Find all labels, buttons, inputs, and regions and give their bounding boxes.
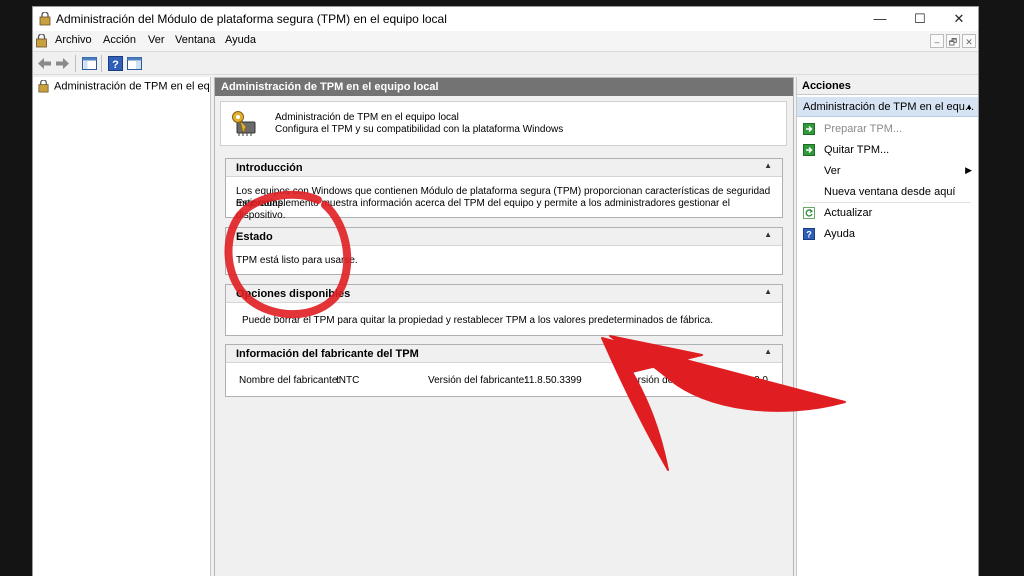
action-ayuda[interactable]: ? Ayuda [797, 224, 978, 244]
green-arrow-icon [803, 144, 815, 156]
properties-icon[interactable] [126, 55, 143, 72]
section-header[interactable]: Opciones disponibles ▲ [226, 285, 782, 303]
action-label: Ver [824, 165, 841, 177]
section-title: Estado [236, 231, 273, 243]
options-text: Puede borrar el TPM para quitar la propi… [242, 315, 713, 326]
section-fabricante: Información del fabricante del TPM ▲ Nom… [225, 344, 783, 397]
section-header[interactable]: Información del fabricante del TPM ▲ [226, 345, 782, 363]
mdi-close-button[interactable]: ✕ [962, 34, 976, 48]
window-title: Administración del Módulo de plataforma … [56, 12, 447, 26]
toolbar-separator [75, 55, 76, 72]
actions-subheader[interactable]: Administración de TPM en el equ... ▲ [797, 97, 978, 117]
snapin-description: Configura el TPM y su compatibilidad con… [275, 124, 564, 135]
intro-text-line2: Este complemento muestra información ace… [236, 198, 730, 221]
menu-ayuda[interactable]: Ayuda [225, 34, 256, 46]
show-hide-console-tree-icon[interactable] [81, 55, 98, 72]
forward-arrow-icon[interactable] [54, 55, 71, 72]
collapse-icon[interactable]: ▲ [764, 347, 772, 356]
section-introduccion: Introducción ▲ Los equipos con Windows q… [225, 158, 783, 221]
console-tree: Administración de TPM en el equipo local [33, 77, 211, 576]
tpm-menu-icon[interactable] [35, 34, 48, 48]
help-icon: ? [803, 228, 815, 240]
menu-archivo[interactable]: Archivo [55, 34, 92, 46]
section-title: Opciones disponibles [236, 288, 351, 300]
collapse-icon[interactable]: ▲ [764, 161, 772, 170]
svg-text:?: ? [112, 59, 119, 71]
section-opciones: Opciones disponibles ▲ Puede borrar el T… [225, 284, 783, 336]
maximize-button[interactable]: ☐ [900, 7, 940, 31]
section-header[interactable]: Estado ▲ [226, 228, 782, 246]
action-label: Actualizar [824, 207, 873, 219]
collapse-icon[interactable]: ▲ [764, 230, 772, 239]
results-pane: Administración de TPM en el equipo local… [214, 77, 794, 576]
spec-version-value: 2.0 [754, 375, 768, 386]
help-icon[interactable]: ? [107, 55, 124, 72]
action-quitar-tpm[interactable]: Quitar TPM... [797, 140, 978, 160]
action-ver[interactable]: Ver ▶ [797, 161, 978, 181]
submenu-arrow-icon: ▶ [965, 165, 972, 175]
snapin-description-box: Administración de TPM en el equipo local… [220, 101, 787, 146]
toolbar-separator [101, 55, 102, 72]
spec-version-label: Versión de la especificación: [626, 375, 753, 386]
menu-accion[interactable]: Acción [103, 34, 136, 46]
toolbar: ? [33, 51, 978, 75]
minimize-button[interactable]: — [860, 7, 900, 31]
manufacturer-name-value: INTC [336, 375, 360, 386]
action-label: Ayuda [824, 228, 855, 240]
section-estado: Estado ▲ TPM está listo para usarse. [225, 227, 783, 275]
key-chip-icon [232, 111, 256, 136]
green-arrow-icon [803, 123, 815, 135]
manufacturer-name-label: Nombre del fabricante: [239, 375, 341, 386]
results-pane-header: Administración de TPM en el equipo local [215, 78, 793, 96]
section-title: Introducción [236, 162, 303, 174]
section-title: Información del fabricante del TPM [236, 348, 419, 360]
action-nueva-ventana[interactable]: Nueva ventana desde aquí [797, 182, 978, 202]
action-label: Preparar TPM... [824, 123, 903, 135]
action-label: Quitar TPM... [824, 144, 890, 156]
mdi-minimize-button[interactable]: – [930, 34, 944, 48]
tree-item-tpm[interactable]: Administración de TPM en el equipo local [37, 80, 209, 96]
collapse-icon[interactable]: ▲ [965, 102, 973, 111]
mmc-window: Administración del Módulo de plataforma … [32, 6, 979, 576]
section-header[interactable]: Introducción ▲ [226, 159, 782, 177]
actions-pane: Acciones Administración de TPM en el equ… [796, 77, 978, 576]
action-preparar-tpm[interactable]: Preparar TPM... [797, 119, 978, 139]
refresh-icon [803, 207, 815, 219]
title-bar: Administración del Módulo de plataforma … [33, 7, 978, 31]
actions-subheader-label: Administración de TPM en el equ... [803, 101, 974, 113]
close-button[interactable]: ✕ [939, 7, 979, 31]
action-actualizar[interactable]: Actualizar [797, 203, 978, 223]
tree-item-label: Administración de TPM en el equipo local [54, 80, 209, 93]
actions-header: Acciones [797, 77, 978, 95]
menu-bar: Archivo Acción Ver Ventana Ayuda – 🗗 ✕ [33, 31, 978, 51]
snapin-title: Administración de TPM en el equipo local [275, 112, 459, 123]
menu-ventana[interactable]: Ventana [175, 34, 215, 46]
back-arrow-icon[interactable] [36, 55, 53, 72]
svg-text:?: ? [806, 230, 812, 240]
mdi-restore-button[interactable]: 🗗 [946, 34, 960, 48]
tpm-app-icon [39, 12, 51, 26]
tpm-status-text: TPM está listo para usarse. [236, 255, 358, 266]
action-label: Nueva ventana desde aquí [824, 186, 956, 198]
tpm-node-icon [38, 80, 49, 93]
menu-ver[interactable]: Ver [148, 34, 165, 46]
manufacturer-version-label: Versión del fabricante: [428, 375, 527, 386]
manufacturer-version-value: 11.8.50.3399 [524, 375, 582, 386]
collapse-icon[interactable]: ▲ [764, 287, 772, 296]
